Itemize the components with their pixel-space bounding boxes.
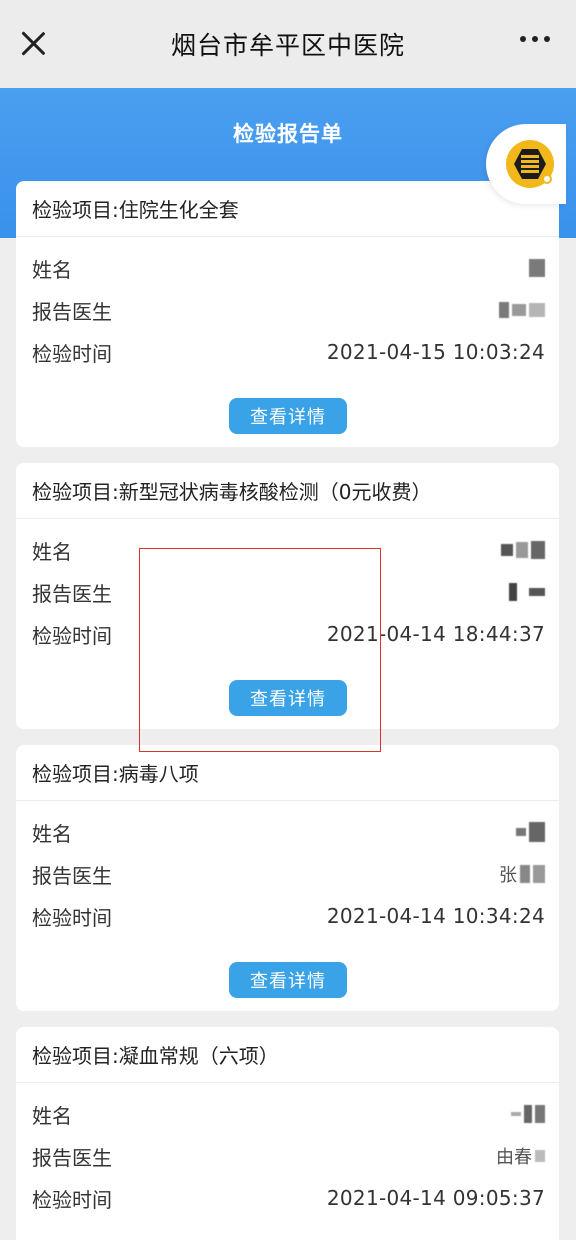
time-label: 检验时间: [32, 905, 112, 930]
report-card: 检验项目:住院生化全套 姓名 报告医生 检验时间 2021-04-15 10:0…: [16, 181, 559, 447]
time-row: 检验时间 2021-04-14 09:05:37: [32, 1183, 545, 1213]
report-card: 检验项目:凝血常规（六项） 姓名 报告医生 由春 检验时间 2021-04-14…: [16, 1027, 559, 1240]
name-row: 姓名: [32, 253, 545, 283]
test-time: 2021-04-14 09:05:37: [326, 1186, 545, 1210]
doctor-value-redacted: [509, 583, 545, 601]
name-row: 姓名: [32, 1099, 545, 1129]
name-row: 姓名: [32, 817, 545, 847]
doctor-row: 报告医生 张: [32, 859, 545, 889]
doctor-value-redacted: [499, 302, 545, 318]
doctor-value-redacted: 由春: [496, 1143, 545, 1169]
report-item-title: 检验项目:住院生化全套: [16, 181, 559, 237]
name-value-redacted: [501, 541, 545, 559]
doctor-label: 报告医生: [32, 581, 112, 606]
doctor-row: 报告医生: [32, 295, 545, 325]
test-time: 2021-04-15 10:03:24: [326, 340, 545, 364]
report-item-title: 检验项目:病毒八项: [16, 745, 559, 801]
name-label: 姓名: [32, 821, 72, 846]
time-label: 检验时间: [32, 341, 112, 366]
time-label: 检验时间: [32, 623, 112, 648]
doctor-value-partial: 由春: [496, 1147, 532, 1168]
highlight-box: [139, 548, 381, 752]
name-value-redacted: [511, 1105, 545, 1123]
time-row: 检验时间 2021-04-14 10:34:24: [32, 901, 545, 931]
close-icon[interactable]: [18, 28, 48, 58]
banner-title: 检验报告单: [233, 122, 343, 146]
doctor-value-partial: 张: [499, 865, 517, 886]
name-label: 姓名: [32, 1103, 72, 1128]
title-bar: 烟台市牟平区中医院: [0, 0, 576, 88]
view-details-button[interactable]: 查看详情: [229, 398, 347, 434]
report-item-title: 检验项目:新型冠状病毒核酸检测（0元收费）: [16, 463, 559, 519]
time-label: 检验时间: [32, 1187, 112, 1212]
floating-home-button[interactable]: [486, 124, 566, 204]
test-time: 2021-04-14 10:34:24: [326, 904, 545, 928]
hospital-logo-icon: [506, 140, 554, 188]
page-title: 烟台市牟平区中医院: [170, 31, 405, 60]
more-dots-icon[interactable]: [520, 36, 550, 42]
time-row: 检验时间 2021-04-15 10:03:24: [32, 337, 545, 367]
view-details-button[interactable]: 查看详情: [229, 962, 347, 998]
doctor-value-redacted: 张: [499, 861, 545, 887]
doctor-label: 报告医生: [32, 1145, 112, 1170]
name-value-redacted: [516, 822, 545, 842]
doctor-label: 报告医生: [32, 299, 112, 324]
name-label: 姓名: [32, 257, 72, 282]
name-label: 姓名: [32, 539, 72, 564]
doctor-row: 报告医生 由春: [32, 1141, 545, 1171]
doctor-label: 报告医生: [32, 863, 112, 888]
name-value-redacted: [529, 259, 545, 277]
report-card: 检验项目:病毒八项 姓名 报告医生 张 检验时间 2021-04-14 10:3…: [16, 745, 559, 1011]
report-item-title: 检验项目:凝血常规（六项）: [16, 1027, 559, 1083]
